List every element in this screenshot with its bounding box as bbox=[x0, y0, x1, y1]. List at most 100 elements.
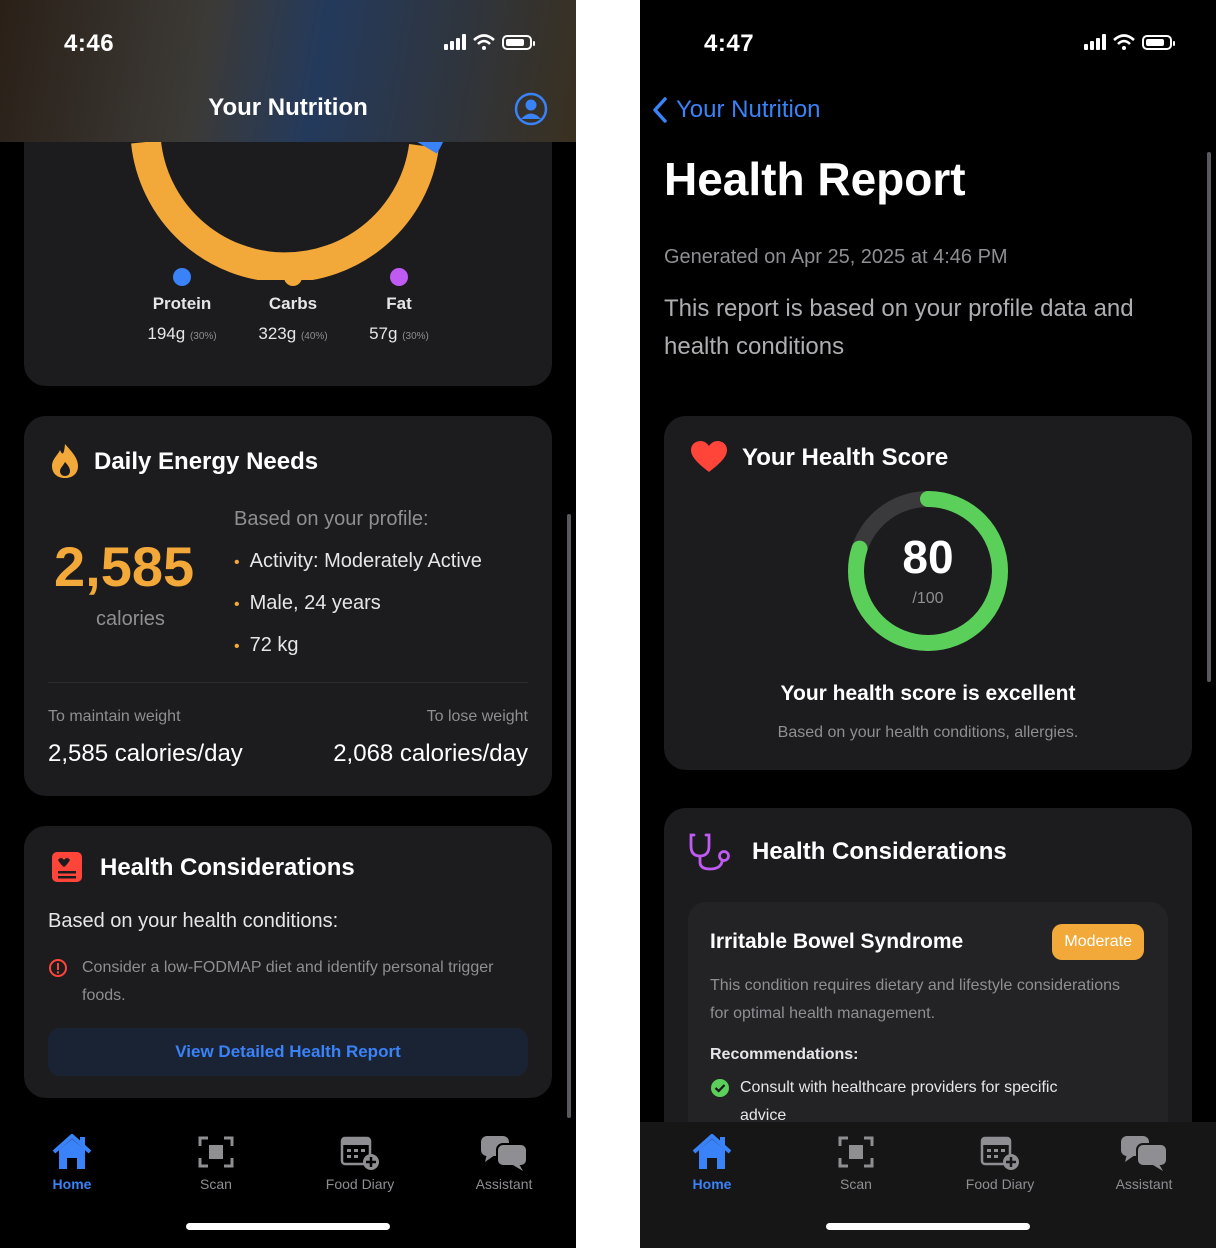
score-max: /100 bbox=[912, 590, 944, 607]
generated-date: Generated on Apr 25, 2025 at 4:46 PM bbox=[664, 246, 1008, 268]
page-title: Your Nutrition bbox=[208, 94, 368, 121]
score-value: 80 bbox=[902, 531, 954, 583]
legend-value: 194g (30%) bbox=[147, 324, 217, 343]
status-time: 4:46 bbox=[64, 30, 115, 57]
tab-bar: Home Scan Food Diary Assistant bbox=[0, 1122, 576, 1248]
warning-icon bbox=[49, 959, 67, 977]
heart-icon bbox=[691, 441, 727, 472]
tab-food-diary[interactable]: Food Diary bbox=[940, 1132, 1060, 1192]
tab-label: Food Diary bbox=[325, 1176, 395, 1192]
calorie-unit: calories bbox=[96, 608, 165, 630]
tab-bar: Home Scan Food Diary Assistant bbox=[640, 1122, 1216, 1248]
divider bbox=[48, 682, 528, 683]
tab-home[interactable]: Home bbox=[652, 1132, 772, 1192]
tab-scan[interactable]: Scan bbox=[156, 1132, 276, 1192]
condition-description: This condition requires dietary and life… bbox=[710, 977, 1120, 1022]
energy-title: Daily Energy Needs bbox=[94, 448, 319, 475]
tab-label: Food Diary bbox=[965, 1176, 1035, 1192]
tab-label: Home bbox=[52, 1176, 92, 1192]
carbs-dot bbox=[284, 268, 302, 286]
house-icon bbox=[52, 1134, 92, 1169]
profile-bullet: • Activity: Moderately Active bbox=[234, 550, 482, 572]
health-score-card: Your Health Score 80 /100 Your health sc… bbox=[664, 416, 1192, 770]
tab-assistant[interactable]: Assistant bbox=[1084, 1132, 1204, 1192]
recommendations-title: Recommendations: bbox=[710, 1046, 859, 1063]
signal-icon bbox=[1084, 34, 1106, 50]
tab-home[interactable]: Home bbox=[12, 1132, 132, 1192]
condition-name: Irritable Bowel Syndrome bbox=[710, 930, 964, 953]
health-subtitle: Based on your health conditions: bbox=[48, 910, 339, 932]
legend-value: 323g (40%) bbox=[258, 324, 328, 343]
status-bar: 4:46 bbox=[0, 26, 576, 60]
scan-icon bbox=[838, 1136, 874, 1168]
score-basis: Based on your health conditions, allergi… bbox=[777, 724, 1079, 741]
maintain-label: To maintain weight bbox=[48, 708, 181, 725]
chat-bubbles-icon bbox=[481, 1136, 528, 1171]
health-title: Health Considerations bbox=[752, 838, 1007, 865]
lose-value: 2,068 calories/day bbox=[333, 740, 528, 767]
status-bar: 4:47 bbox=[640, 26, 1216, 60]
house-icon bbox=[692, 1134, 732, 1169]
view-health-report-button[interactable]: View Detailed Health Report bbox=[48, 1028, 528, 1076]
back-button[interactable]: Your Nutrition bbox=[652, 96, 821, 124]
lose-label: To lose weight bbox=[426, 708, 528, 725]
signal-icon bbox=[444, 34, 466, 50]
home-indicator bbox=[186, 1223, 390, 1230]
wifi-icon bbox=[473, 34, 495, 50]
health-tip: Consider a low-FODMAP diet and identify … bbox=[82, 959, 494, 1004]
score-title: Your Health Score bbox=[742, 444, 949, 471]
tab-label: Assistant bbox=[475, 1176, 533, 1192]
scan-icon bbox=[198, 1136, 234, 1168]
legend-label: Carbs bbox=[268, 294, 318, 313]
profile-bullet: • Male, 24 years bbox=[234, 592, 381, 614]
scrollbar[interactable] bbox=[567, 514, 571, 1118]
check-circle-icon bbox=[711, 1079, 729, 1097]
legend-label: Protein bbox=[152, 294, 212, 313]
tab-label: Assistant bbox=[1115, 1176, 1173, 1192]
nutrition-screen: Protein 194g (30%) Carbs 323g (40%) Fat … bbox=[0, 0, 576, 1248]
status-time: 4:47 bbox=[704, 30, 755, 57]
profile-label: Based on your profile: bbox=[234, 508, 429, 530]
tab-label: Scan bbox=[200, 1176, 232, 1192]
legend-value: 57g (30%) bbox=[369, 324, 429, 343]
fat-dot bbox=[390, 268, 408, 286]
calendar-add-icon bbox=[980, 1136, 1019, 1170]
score-message: Your health score is excellent bbox=[780, 682, 1076, 705]
tab-scan[interactable]: Scan bbox=[796, 1132, 916, 1192]
health-report-screen: 4:47 Your Nutrition Health Report Genera… bbox=[640, 0, 1216, 1248]
chat-bubbles-icon bbox=[1121, 1136, 1168, 1171]
report-description: This report is based on your profile dat… bbox=[664, 295, 1134, 360]
health-title: Health Considerations bbox=[100, 854, 355, 881]
profile-bullet: • 72 kg bbox=[234, 634, 299, 656]
back-label: Your Nutrition bbox=[676, 96, 821, 123]
wifi-icon bbox=[1113, 34, 1135, 50]
nav-header: 4:46 Your Nutrition bbox=[0, 0, 576, 142]
macro-card: Protein 194g (30%) Carbs 323g (40%) Fat … bbox=[24, 100, 552, 386]
scrollbar[interactable] bbox=[1207, 152, 1211, 682]
medical-record-icon bbox=[52, 852, 82, 882]
legend-carbs: Carbs 323g (40%) bbox=[238, 268, 348, 344]
protein-dot bbox=[173, 268, 191, 286]
legend-label: Fat bbox=[386, 294, 412, 313]
legend-protein: Protein 194g (30%) bbox=[127, 268, 237, 344]
health-considerations-card: Health Considerations Based on your heal… bbox=[24, 826, 552, 1098]
energy-card: Daily Energy Needs 2,585 calories Based … bbox=[24, 416, 552, 796]
tab-label: Home bbox=[692, 1176, 732, 1192]
status-icons bbox=[444, 34, 535, 50]
status-icons bbox=[1084, 34, 1175, 50]
severity-badge: Moderate bbox=[1052, 924, 1144, 960]
calorie-value: 2,585 bbox=[54, 535, 195, 598]
legend-fat: Fat 57g (30%) bbox=[344, 268, 454, 344]
calendar-add-icon bbox=[340, 1136, 379, 1170]
profile-icon[interactable] bbox=[514, 92, 548, 126]
battery-icon bbox=[1142, 34, 1175, 50]
tab-label: Scan bbox=[840, 1176, 872, 1192]
page-title: Health Report bbox=[664, 153, 966, 205]
battery-icon bbox=[502, 34, 535, 50]
maintain-value: 2,585 calories/day bbox=[48, 740, 243, 767]
home-indicator bbox=[826, 1223, 1030, 1230]
stethoscope-icon bbox=[689, 833, 730, 871]
tab-food-diary[interactable]: Food Diary bbox=[300, 1132, 420, 1192]
tab-assistant[interactable]: Assistant bbox=[444, 1132, 564, 1192]
chevron-left-icon bbox=[653, 97, 667, 123]
